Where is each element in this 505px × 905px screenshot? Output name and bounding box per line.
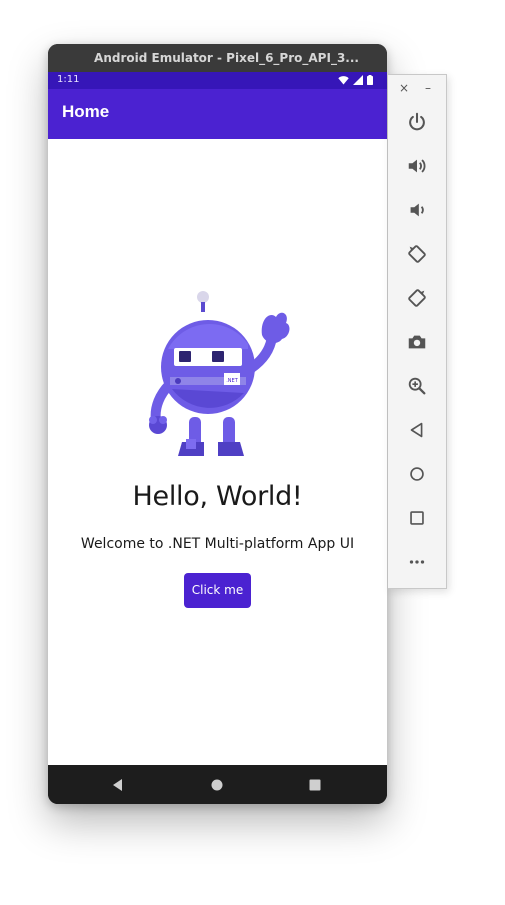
- wifi-icon: [338, 76, 349, 85]
- battery-icon: [367, 75, 373, 85]
- rotate-right-icon[interactable]: [405, 286, 429, 310]
- volume-down-icon[interactable]: [405, 198, 429, 222]
- emulator-title: Android Emulator - Pixel_6_Pro_API_3...: [94, 51, 359, 65]
- close-icon[interactable]: ×: [397, 81, 411, 95]
- more-icon[interactable]: [405, 550, 429, 574]
- app-bar: Home: [48, 89, 387, 139]
- welcome-text: Welcome to .NET Multi-platform App UI: [80, 536, 355, 552]
- status-time: 1:11: [57, 74, 80, 85]
- dotnet-bot-image: .NET: [149, 291, 290, 456]
- rotate-left-icon[interactable]: [405, 242, 429, 266]
- status-icons: [338, 75, 373, 85]
- minimize-icon[interactable]: –: [421, 81, 435, 95]
- emulator-toolbar: × –: [388, 74, 447, 589]
- emulator-title-bar[interactable]: Android Emulator - Pixel_6_Pro_API_3...: [48, 44, 387, 72]
- page-title: Home: [62, 102, 110, 121]
- hello-heading: Hello, World!: [132, 481, 303, 512]
- home-icon[interactable]: [208, 776, 226, 794]
- recents-icon[interactable]: [306, 776, 324, 794]
- overview-icon[interactable]: [405, 506, 429, 530]
- status-bar: 1:11: [48, 72, 387, 89]
- mascot-badge: .NET: [226, 378, 238, 384]
- navigation-bar: [48, 765, 387, 804]
- back-icon[interactable]: [109, 776, 127, 794]
- click-me-button[interactable]: Click me: [184, 573, 251, 608]
- emulator-window: Android Emulator - Pixel_6_Pro_API_3... …: [48, 44, 387, 804]
- zoom-icon[interactable]: [405, 374, 429, 398]
- power-icon[interactable]: [405, 110, 429, 134]
- home-icon[interactable]: [405, 462, 429, 486]
- signal-icon: [353, 75, 363, 85]
- volume-up-icon[interactable]: [405, 154, 429, 178]
- camera-icon[interactable]: [405, 330, 429, 354]
- main-content: .NET Hello, World! Welcome to .NET Multi…: [48, 139, 387, 765]
- back-icon[interactable]: [405, 418, 429, 442]
